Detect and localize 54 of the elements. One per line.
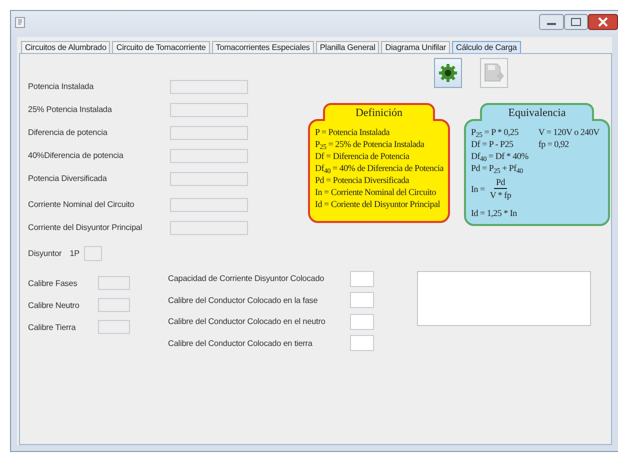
definition-line: Df = Diferencia de Potencia bbox=[315, 150, 410, 162]
denominator: V * fp bbox=[488, 189, 512, 201]
field-label: Corriente Nominal del Circuito bbox=[28, 200, 134, 209]
input-field[interactable] bbox=[350, 270, 374, 287]
numerator: Pd bbox=[494, 176, 507, 189]
field-label: 25% Potencia Instalada bbox=[28, 105, 112, 114]
tab[interactable]: Diagrama Unifilar bbox=[381, 41, 450, 53]
field-label: 1P bbox=[70, 249, 80, 258]
card-title: Definición bbox=[323, 103, 435, 121]
tab[interactable]: Cálculo de Carga bbox=[452, 41, 521, 53]
definition-line: Id = Coriente del Disyuntor Principal bbox=[315, 198, 442, 210]
maximize-button[interactable] bbox=[564, 14, 588, 30]
app-icon bbox=[15, 16, 25, 28]
formula-line: V = 120V o 240V bbox=[538, 126, 600, 138]
field-label: Calibre Tierra bbox=[28, 322, 77, 332]
tab[interactable]: Tomacorrientes Especiales bbox=[212, 41, 314, 53]
field-label: Disyuntor bbox=[28, 249, 62, 258]
tab[interactable]: Circuitos de Alumbrado bbox=[21, 41, 110, 53]
tab[interactable]: Circuito de Tomacorriente bbox=[112, 41, 210, 53]
definition-line: P = Potencia Instalada bbox=[315, 126, 390, 138]
input-field[interactable] bbox=[350, 292, 374, 308]
tab[interactable]: Planilla General bbox=[316, 41, 380, 53]
gear-icon bbox=[439, 64, 457, 82]
field-label: Calibre Neutro bbox=[28, 300, 80, 310]
formula-line: Df$_{40}$ = Df * 40% bbox=[471, 150, 528, 162]
formula-line: In = bbox=[471, 182, 485, 194]
formula-line: Pd = P$_{25}$ + Pf$_{40}$ bbox=[471, 162, 524, 174]
save-icon bbox=[484, 63, 504, 83]
definition-line: P$_{25}$ = 25% de Potencia Instalada bbox=[315, 138, 426, 150]
field-label: Corriente del Disyuntor Principal bbox=[28, 223, 142, 232]
definition-line: Df$_{40}$ = 40% de Diferencia de Potencia bbox=[315, 162, 444, 174]
formula-line: Df = P - P25 bbox=[471, 138, 514, 150]
field-label: Calibre Fases bbox=[28, 278, 78, 288]
formula-line: fp = 0,92 bbox=[538, 138, 570, 150]
formula-line: Id = 1,25 * In bbox=[471, 207, 518, 219]
input-field[interactable] bbox=[350, 314, 374, 330]
field-label: Potencia Instalada bbox=[28, 82, 94, 91]
input-field[interactable] bbox=[350, 335, 374, 352]
field-label: 40%Diferencia de potencia bbox=[28, 151, 124, 160]
field-label: Capacidad de Corriente Disyuntor Colocado bbox=[168, 274, 324, 284]
definition-line: In = Corriente Nominal del Circuito bbox=[315, 186, 438, 198]
field-label: Calibre del Conductor Colocado en el neutro bbox=[168, 317, 326, 326]
card-title: Equivalencia bbox=[480, 103, 594, 121]
input-field[interactable] bbox=[84, 246, 102, 261]
close-button[interactable] bbox=[588, 14, 618, 30]
minimize-button[interactable] bbox=[539, 14, 564, 30]
field-label: Calibre del Conductor Colocado en tierra bbox=[168, 338, 312, 348]
definition-line: Pd = Potencia Diversificada bbox=[315, 174, 410, 186]
text-area[interactable] bbox=[417, 271, 591, 326]
formula-line: P$_{25}$ = P * 0,25 bbox=[471, 126, 520, 138]
field-label: Diferencia de potencia bbox=[28, 128, 108, 137]
field-label: Calibre del Conductor Colocado en la fase bbox=[168, 296, 318, 305]
field-label: Potencia Diversificada bbox=[28, 174, 107, 183]
gear-button[interactable] bbox=[434, 58, 462, 88]
